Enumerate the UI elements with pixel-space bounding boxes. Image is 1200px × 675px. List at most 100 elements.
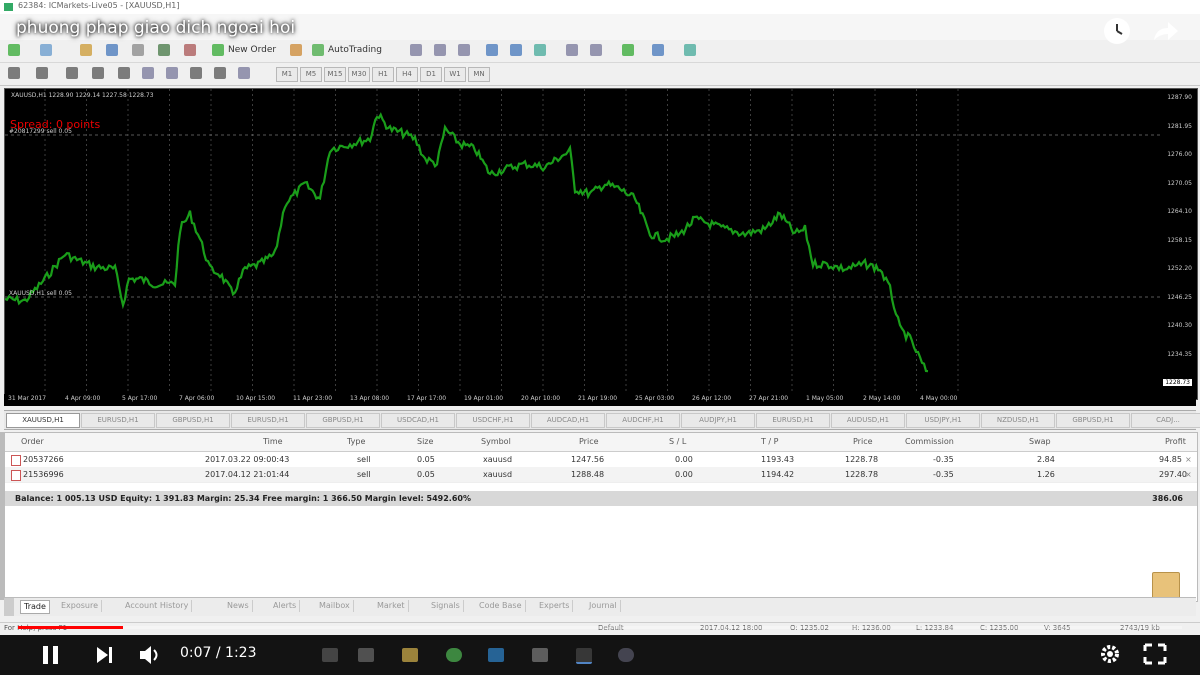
terminal-tab-account-history[interactable]: Account History (122, 600, 193, 612)
chart-tab[interactable]: AUDJPY,H1 (681, 413, 755, 428)
taskbar-explorer-icon[interactable] (402, 648, 418, 662)
periods-icon[interactable] (652, 44, 664, 56)
taskbar-mt4-icon[interactable] (576, 648, 592, 664)
taskbar-globe-icon[interactable] (618, 648, 634, 662)
channel-icon[interactable] (142, 67, 154, 79)
next-icon[interactable] (94, 644, 116, 669)
taskbar-taskview-icon[interactable] (358, 648, 374, 662)
indicators-icon[interactable] (622, 44, 634, 56)
timeframe-button-w1[interactable]: W1 (444, 67, 466, 82)
terminal-tab-code-base[interactable]: Code Base (476, 600, 526, 612)
terminal-tab-news[interactable]: News (224, 600, 253, 612)
arrows-icon[interactable] (238, 67, 250, 79)
metaeditor-icon[interactable] (290, 44, 302, 56)
timeframe-button-h4[interactable]: H4 (396, 67, 418, 82)
label-icon[interactable] (214, 67, 226, 79)
chart-tab[interactable]: EURUSD,H1 (756, 413, 830, 428)
pause-icon[interactable] (40, 643, 62, 670)
settings-gear-icon[interactable] (1098, 642, 1122, 669)
cursor-icon[interactable] (8, 67, 20, 79)
timeframe-button-m1[interactable]: M1 (276, 67, 298, 82)
taskbar-app-icon[interactable] (488, 648, 504, 662)
video-title[interactable]: phuong phap giao dich ngoai hoi (16, 18, 295, 38)
data-window-icon[interactable] (106, 44, 118, 56)
price-chart[interactable]: #20817299 sell 0.05 XAUUSD,H1 sell 0.05 X… (4, 88, 1198, 400)
time-tick-label: 26 Apr 12:00 (692, 395, 732, 402)
close-order-icon[interactable]: × (1185, 455, 1192, 464)
horizontal-line-icon[interactable] (92, 67, 104, 79)
crosshair-icon[interactable] (36, 67, 48, 79)
terminal-tab-alerts[interactable]: Alerts (270, 600, 301, 612)
chart-tab[interactable]: GBPUSD,H1 (306, 413, 380, 428)
volume-icon[interactable] (138, 643, 164, 670)
terminal-icon[interactable] (158, 44, 170, 56)
timeframe-button-m30[interactable]: M30 (348, 67, 370, 82)
timeframe-button-h1[interactable]: H1 (372, 67, 394, 82)
video-progress-bar[interactable] (18, 626, 1182, 629)
timeframe-button-d1[interactable]: D1 (420, 67, 442, 82)
timeframe-button-mn[interactable]: MN (468, 67, 490, 82)
chart-tab[interactable]: NZDUSD,H1 (981, 413, 1055, 428)
chart-tab[interactable]: USDCHF,H1 (456, 413, 530, 428)
taskbar-photos-icon[interactable] (532, 648, 548, 662)
new-chart-icon[interactable] (8, 44, 20, 56)
navigator-icon[interactable] (132, 44, 144, 56)
timeframe-button-m5[interactable]: M5 (300, 67, 322, 82)
candlestick-icon[interactable] (434, 44, 446, 56)
line-chart-icon[interactable] (458, 44, 470, 56)
terminal-tab-mailbox[interactable]: Mailbox (316, 600, 354, 612)
templates-icon[interactable] (684, 44, 696, 56)
chart-tabs: XAUUSD,H1 EURUSD,H1 GBPUSD,H1 EURUSD,H1 GBPU… (4, 410, 1200, 430)
share-icon[interactable] (1152, 20, 1180, 47)
chart-tab[interactable]: USDCAD,H1 (381, 413, 455, 428)
drawing-toolbar: M1 M5 M15 M30 H1 H4 D1 W1 MN (0, 63, 1200, 86)
chart-tab[interactable]: AUDUSD,H1 (831, 413, 905, 428)
chart-tab[interactable]: GBPUSD,H1 (156, 413, 230, 428)
balance-text: Balance: 1 005.13 USD Equity: 1 391.83 M… (15, 494, 471, 503)
taskbar-search-icon[interactable] (322, 648, 338, 662)
timeframe-button-m15[interactable]: M15 (324, 67, 346, 82)
chart-tab[interactable]: EURUSD,H1 (81, 413, 155, 428)
chart-tab[interactable]: AUDCAD,H1 (531, 413, 605, 428)
chart-tab[interactable]: AUDCHF,H1 (606, 413, 680, 428)
market-watch-icon[interactable] (80, 44, 92, 56)
bar-chart-icon[interactable] (410, 44, 422, 56)
strategy-tester-icon[interactable] (184, 44, 196, 56)
time-tick-label: 21 Apr 19:00 (578, 395, 618, 402)
chart-tab[interactable]: EURUSD,H1 (231, 413, 305, 428)
table-row[interactable]: 20537266 2017.03.22 09:00:43 sell 0.05 xauus… (5, 452, 1197, 468)
zoom-out-icon[interactable] (510, 44, 522, 56)
autotrading-icon[interactable] (312, 44, 324, 56)
chart-tab[interactable]: USDJPY,H1 (906, 413, 980, 428)
terminal-tab-market[interactable]: Market (374, 600, 409, 612)
chart-tab[interactable]: XAUUSD,H1 (6, 413, 80, 428)
time-tick-label: 20 Apr 10:00 (521, 395, 561, 402)
terminal-tab-experts[interactable]: Experts (536, 600, 574, 612)
profiles-icon[interactable] (40, 44, 52, 56)
zoom-in-icon[interactable] (486, 44, 498, 56)
terminal-tab-signals[interactable]: Signals (428, 600, 464, 612)
time-tick-label: 31 Mar 2017 (8, 395, 47, 402)
autotrading-button[interactable]: AutoTrading (328, 45, 382, 55)
chart-shift-icon[interactable] (566, 44, 578, 56)
chart-tab[interactable]: CADJ... (1131, 413, 1200, 428)
table-row[interactable]: 21536996 2017.04.12 21:01:44 sell 0.05 xauus… (5, 467, 1197, 483)
text-icon[interactable] (190, 67, 202, 79)
new-order-button[interactable]: New Order (228, 45, 276, 55)
terminal-tab-trade[interactable]: Trade (20, 600, 50, 614)
watch-later-icon[interactable] (1104, 18, 1130, 44)
vertical-line-icon[interactable] (66, 67, 78, 79)
terminal-tab-exposure[interactable]: Exposure (58, 600, 103, 612)
column-header: Swap (1029, 437, 1051, 446)
terminal-tab-journal[interactable]: Journal (586, 600, 621, 612)
autoscroll-icon[interactable] (590, 44, 602, 56)
taskbar-chrome-icon[interactable] (446, 648, 462, 662)
tile-windows-icon[interactable] (534, 44, 546, 56)
fibonacci-icon[interactable] (166, 67, 178, 79)
fullscreen-icon[interactable] (1142, 642, 1168, 669)
new-order-icon[interactable] (212, 44, 224, 56)
close-order-icon[interactable]: × (1185, 470, 1192, 479)
chart-tab[interactable]: GBPUSD,H1 (1056, 413, 1130, 428)
trendline-icon[interactable] (118, 67, 130, 79)
table-cell: 2017.04.12 21:01:44 (205, 470, 290, 479)
